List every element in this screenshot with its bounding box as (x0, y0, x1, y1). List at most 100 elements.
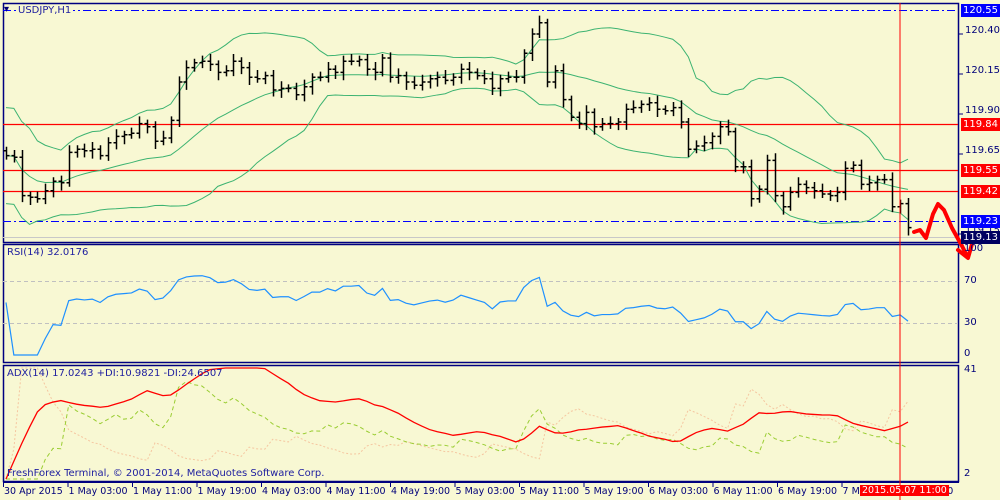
price-bar (262, 71, 269, 85)
price-bar (772, 153, 779, 203)
price-bar (403, 71, 410, 90)
price-bar (434, 71, 441, 87)
price-bar (97, 145, 104, 160)
price-bar (372, 62, 379, 81)
adx-tick-label: 41 (964, 364, 977, 375)
time-tick-label: 6 May 11:00 (713, 486, 773, 497)
price-bar (356, 55, 363, 67)
price-bar (19, 150, 26, 203)
rsi-line (5, 275, 909, 356)
price-level-label: 119.13 (961, 230, 1000, 244)
chart-title: USDJPY,H1 (18, 5, 74, 17)
price-bar (411, 76, 418, 90)
chart-window[interactable]: ▾ USDJPY,H1 120.40 120.15 119.90 119.65 119.… (0, 0, 1000, 500)
price-bar (764, 154, 771, 195)
price-bar (128, 127, 135, 139)
time-tick-label: 1 May 19:00 (197, 486, 257, 497)
price-bar (489, 71, 496, 95)
price-level-label: 119.55 (961, 163, 1000, 177)
price-bar (701, 135, 708, 152)
time-tick-label: 1 May 11:00 (133, 486, 193, 497)
time-tick-label: 30 Apr 2015 (4, 486, 63, 497)
copyright-text: FreshForex Terminal, © 2001-2014, MetaQu… (7, 468, 325, 479)
price-bar (583, 105, 590, 131)
price-bar (301, 79, 308, 102)
price-bar (230, 54, 237, 77)
price-bar (654, 95, 661, 118)
price-bar (121, 130, 128, 145)
price-bar (442, 70, 449, 85)
price-bar (866, 175, 873, 191)
price-bar (387, 52, 394, 83)
price-level-label: 119.42 (961, 184, 1000, 198)
price-bar (834, 186, 841, 203)
price-bar (780, 191, 787, 215)
price-bar (113, 129, 120, 150)
price-bar (183, 60, 190, 90)
price-bar (66, 145, 73, 187)
price-bar (309, 73, 316, 95)
price-bar (662, 105, 669, 115)
price-tick-label: 119.90 (965, 105, 1000, 116)
price-level-label: 119.84 (961, 117, 1000, 131)
price-bar (191, 58, 198, 72)
bollinger-lower-band (5, 87, 909, 225)
price-bar (105, 137, 112, 161)
price-bar (787, 186, 794, 211)
price-bar (379, 54, 386, 77)
time-tick-label: 5 May 03:00 (455, 486, 515, 497)
price-bar (474, 68, 481, 80)
price-bar (238, 57, 245, 75)
cursor-time-label: 2015.05.07 11:00 (860, 485, 949, 496)
symbol-menu-icon[interactable]: ▾ (4, 4, 9, 16)
price-bar (89, 142, 96, 159)
price-tick-label: 120.15 (965, 65, 1000, 76)
price-bar (466, 62, 473, 81)
price-bar (819, 183, 826, 198)
price-bar (638, 100, 645, 113)
chart-canvas[interactable] (0, 0, 1000, 500)
price-bar (607, 116, 614, 129)
price-bar (340, 55, 347, 81)
price-bar (670, 102, 677, 117)
price-bar (364, 54, 371, 76)
price-bar (136, 116, 143, 139)
rsi-tick-label: 100 (964, 243, 984, 254)
time-tick-label: 4 May 11:00 (326, 486, 386, 497)
price-bar (560, 63, 567, 108)
rsi-tick-label: 0 (964, 348, 971, 359)
price-bar (732, 127, 739, 173)
adx-panel (2, 364, 960, 483)
price-bar (646, 97, 653, 111)
price-bar (34, 191, 41, 203)
time-tick-label: 1 May 03:00 (68, 486, 128, 497)
price-bar (58, 175, 65, 191)
price-bar (215, 60, 222, 81)
time-tick-label: 6 May 19:00 (778, 486, 838, 497)
price-bar (858, 159, 865, 190)
price-bar (630, 100, 637, 114)
time-tick-label: 5 May 19:00 (584, 486, 644, 497)
bollinger-bands (5, 27, 909, 225)
price-bar (568, 95, 575, 122)
price-bar (881, 174, 888, 184)
price-bar (332, 65, 339, 79)
price-bar (497, 74, 504, 97)
price-bar (544, 18, 551, 88)
price-bar (427, 74, 434, 89)
adx-indicator (5, 367, 909, 480)
time-tick-label: 4 May 03:00 (262, 486, 322, 497)
price-bar (81, 143, 88, 158)
rsi-label: RSI(14) 32.0176 (7, 247, 89, 258)
time-tick-label: 6 May 03:00 (649, 486, 709, 497)
price-bar (50, 177, 57, 198)
price-bar (168, 116, 175, 144)
price-bar (811, 182, 818, 199)
price-bar (709, 132, 716, 150)
price-bar (521, 49, 528, 84)
adx-label: ADX(14) 17.0243 +DI:10.9821 -DI:24.6507 (7, 368, 223, 379)
rsi-indicator (3, 275, 958, 356)
price-bar (176, 76, 183, 127)
rsi-tick-label: 70 (964, 274, 977, 286)
price-bar (395, 68, 402, 84)
